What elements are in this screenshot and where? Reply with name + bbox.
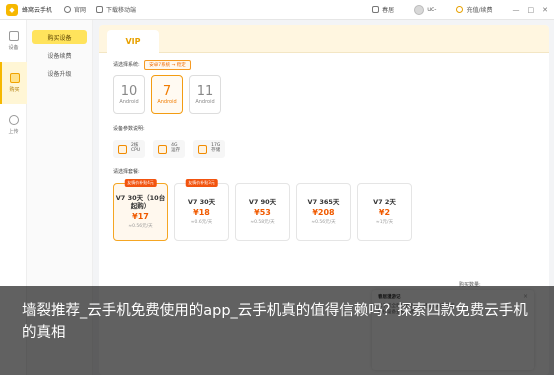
plan-price: ¥208	[312, 208, 335, 218]
phone-icon	[96, 6, 104, 13]
memory-icon	[158, 144, 168, 154]
system-option-android-10[interactable]: 10 Android	[113, 75, 145, 114]
sidebar-item-upload[interactable]: 上传	[0, 104, 27, 146]
close-icon[interactable]: ✕	[542, 6, 548, 14]
download-mobile-label: 下载移动端	[106, 7, 137, 14]
app-title: 蜂窝云手机	[22, 7, 53, 14]
param-key: 存储	[211, 148, 221, 153]
system-option-android-11[interactable]: 11 Android	[189, 75, 221, 114]
plan-card[interactable]: V7 90天 ¥53 ≈0.58元/天	[235, 183, 290, 241]
vip-recharge-label: 充值/续费	[466, 7, 493, 14]
plan-daily-price: ≈0.58元/天	[250, 220, 275, 226]
sidebar-item-label: 上传	[8, 129, 19, 135]
device-params: 2核 CPU 4G 运存 17G 存储	[113, 140, 226, 158]
plan-card[interactable]: V7 365天 ¥208 ≈0.56元/天	[296, 183, 351, 241]
sidebar-item-label: 设备	[8, 45, 19, 51]
plans-section-label: 请选择套餐:	[113, 169, 140, 175]
plan-badge: 友情价补贴4元	[124, 179, 157, 187]
params-section-label: 设备参数说明:	[113, 126, 145, 132]
subnav-buy-device[interactable]: 购买设备	[32, 30, 87, 44]
plan-list: 友情价补贴4元 V7 30天（10台起购） ¥17 ≈0.56元/天 友情价补贴…	[113, 179, 412, 241]
param-storage: 17G 存储	[193, 140, 226, 158]
official-site-label: 官网	[74, 7, 87, 14]
plan-name: V7 2天	[373, 197, 396, 206]
system-name: Android	[119, 99, 139, 105]
system-version: 7	[162, 84, 172, 99]
sidebar-item-device[interactable]: 设备	[0, 20, 27, 62]
plan-badge: 友情价补贴3元	[185, 179, 218, 187]
plan-daily-price: ≈0.56元/天	[128, 224, 153, 230]
user-menu[interactable]: uc-	[414, 4, 437, 15]
mail-icon	[372, 6, 380, 13]
system-section-label: 请选择系统: 安卓7系统 → 稳定	[113, 60, 191, 70]
plan-name: V7 365天	[307, 197, 340, 206]
download-mobile-link[interactable]: 下载移动端	[96, 5, 136, 14]
plan-price: ¥17	[132, 212, 149, 222]
plan-card[interactable]: 友情价补贴3元 V7 30天 ¥18 ≈0.6元/天	[174, 179, 229, 241]
storage-icon	[198, 144, 208, 154]
plan-card[interactable]: V7 2天 ¥2 ≈1元/天	[357, 183, 412, 241]
cloud-upload-icon	[8, 115, 19, 125]
home-icon	[64, 6, 72, 13]
system-option-android-7[interactable]: 7 Android	[151, 75, 183, 114]
app-logo-icon: ◆	[6, 3, 18, 16]
param-cpu: 2核 CPU	[113, 140, 146, 158]
plan-price: ¥18	[193, 208, 210, 218]
plan-price: ¥2	[378, 208, 391, 218]
device-icon	[8, 31, 19, 41]
app-brand: ◆ 蜂窝云手机	[6, 3, 53, 16]
plan-price: ¥53	[254, 208, 271, 218]
plan-daily-price: ≈0.56元/天	[311, 220, 336, 226]
sidebar-item-buy[interactable]: 购买	[0, 62, 27, 104]
notice-label: 春居	[382, 7, 395, 14]
cart-icon	[9, 73, 20, 83]
user-name: uc-	[427, 6, 437, 13]
system-name: Android	[157, 99, 177, 105]
vip-tab-bar: VIP	[99, 25, 549, 53]
maximize-icon[interactable]: □	[528, 6, 535, 14]
crown-icon	[456, 6, 464, 13]
tab-vip[interactable]: VIP	[107, 30, 159, 53]
notice-button[interactable]: 春居	[372, 5, 394, 14]
system-tag: 安卓7系统 → 稳定	[144, 60, 191, 70]
top-bar: ◆ 蜂窝云手机 官网 下载移动端 春居 uc- 充值/续费 — □ ✕	[0, 0, 554, 20]
system-label: 请选择系统:	[113, 62, 140, 68]
sidebar-item-label: 购买	[9, 87, 20, 93]
plan-card[interactable]: 友情价补贴4元 V7 30天（10台起购） ¥17 ≈0.56元/天	[113, 179, 168, 241]
plan-daily-price: ≈0.6元/天	[190, 220, 213, 226]
avatar	[414, 4, 425, 15]
system-version: 10	[120, 84, 138, 99]
system-name: Android	[195, 99, 215, 105]
plan-name: V7 90天	[248, 197, 277, 206]
caption-text: 墙裂推荐_云手机免费使用的app_云手机真的值得信赖吗？探索四款免费云手机的真相	[22, 303, 528, 342]
system-version: 11	[196, 84, 214, 99]
plan-daily-price: ≈1元/天	[375, 220, 394, 226]
vip-recharge-button[interactable]: 充值/续费	[456, 5, 493, 14]
param-ram: 4G 运存	[153, 140, 186, 158]
official-site-link[interactable]: 官网	[64, 5, 86, 14]
param-key: CPU	[131, 148, 141, 153]
subnav-upgrade-device[interactable]: 设备升级	[32, 66, 87, 80]
minimize-icon[interactable]: —	[513, 6, 520, 14]
window-controls: — □ ✕	[513, 6, 549, 14]
param-key: 运存	[171, 148, 181, 153]
plan-name: V7 30天（10台起购）	[115, 193, 166, 210]
plan-name: V7 30天	[187, 197, 216, 206]
cpu-icon	[118, 144, 127, 154]
subnav-renew-device[interactable]: 设备续费	[32, 48, 87, 62]
